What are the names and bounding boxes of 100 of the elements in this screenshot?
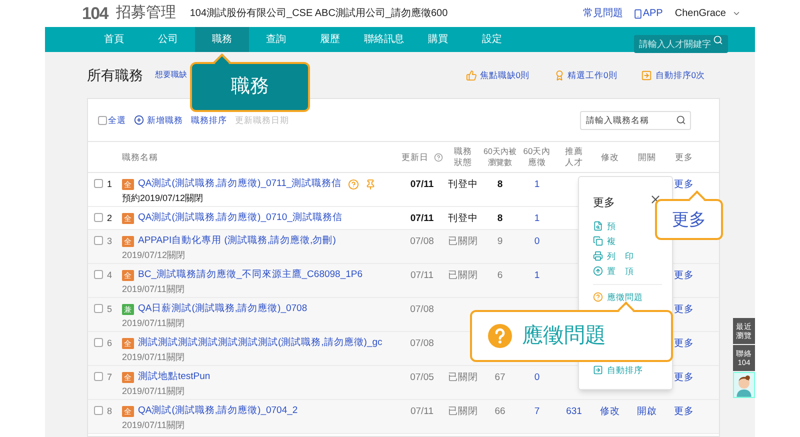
close-icon[interactable]	[649, 192, 662, 206]
edit-link[interactable]: 修改	[600, 405, 620, 420]
recommend-cell[interactable]: 631	[566, 405, 582, 420]
applies-cell[interactable]: 1	[534, 212, 540, 226]
stat-link[interactable]: 精選工作0則	[568, 68, 618, 82]
status-cell-text: 已關閉	[448, 235, 478, 249]
checkbox[interactable]	[94, 338, 103, 347]
search-icon[interactable]	[676, 114, 686, 124]
status-cell-text: 已關閉	[448, 269, 478, 283]
job-search-field[interactable]: 請輸入職務名稱	[580, 110, 691, 130]
job-title-link[interactable]: APPAPI自動化專用 (測試職務,請勿應徵,勿刪)	[138, 234, 336, 248]
job-title-link[interactable]: 測試測試測試測試測試測試測試(測試職務,請勿應徵)_gc	[138, 336, 382, 350]
toggle-link[interactable]: 開啟	[637, 405, 657, 420]
close-date-note: 2019/07/11關閉	[122, 419, 186, 432]
job-title-link[interactable]: 測試地點testPun	[138, 370, 210, 384]
close-date-note: 2019/07/12關閉	[122, 249, 186, 262]
avatar-icon[interactable]	[733, 372, 755, 398]
column-header: 60天內應徵	[522, 146, 552, 168]
more-link[interactable]: 更多	[674, 337, 694, 352]
views-cell-text: 9	[497, 235, 503, 249]
job-title-link[interactable]: QA日薪測試(測試職務,請勿應徵)_0708	[138, 302, 308, 316]
applies-cell[interactable]: 1	[534, 269, 540, 284]
status-cell-text: 已關閉	[448, 371, 478, 385]
job-title-link[interactable]: QA測試(測試職務,請勿應徵)_0710_測試職務信	[138, 211, 342, 226]
date-cell-text: 07/11	[410, 178, 434, 192]
checkbox[interactable]	[94, 270, 103, 279]
more-link[interactable]: 更多	[674, 303, 694, 318]
nav-tab[interactable]: 職務	[195, 27, 249, 52]
help-icon[interactable]	[434, 152, 442, 162]
row-number: 7	[107, 372, 112, 382]
column-header: 更新日	[402, 152, 428, 162]
column-header: 更多	[675, 152, 693, 162]
date-cell-text: 07/08	[410, 303, 434, 317]
more-link[interactable]: 更多	[674, 405, 694, 420]
user-menu[interactable]: ChenGrace	[674, 6, 741, 21]
arrow-up-icon	[593, 266, 603, 276]
job-title-link[interactable]: BC_測試職務請勿應徵_不同來源主鷹_C68098_1P6	[138, 268, 363, 282]
arrow-square-icon	[641, 70, 652, 80]
checkbox[interactable]	[94, 304, 103, 313]
checkbox[interactable]	[94, 213, 103, 222]
arrow-square-icon	[593, 365, 603, 375]
more-link[interactable]: 更多	[674, 178, 694, 192]
select-all-label[interactable]: 全選	[108, 114, 126, 126]
company-name: 104測試股份有限公司_CSE ABC測試用公司_請勿應徵600	[190, 6, 448, 21]
close-date-note: 2019/07/11關閉	[122, 385, 186, 398]
applies-cell[interactable]: 7	[534, 405, 540, 420]
views-cell-text: 67	[494, 371, 506, 385]
close-date-note: 2019/07/11關閉	[122, 351, 186, 364]
checkbox[interactable]	[94, 179, 103, 188]
callout-tooltip: 更多	[655, 192, 723, 240]
row-number: 4	[107, 270, 112, 280]
date-cell-text: 07/08	[410, 235, 434, 249]
printer-icon	[593, 251, 603, 261]
views-cell-text: 8	[497, 212, 503, 226]
column-header: 60天內被瀏覽數	[482, 146, 518, 168]
page-title: 所有職務	[87, 66, 143, 84]
views-cell-text: 66	[494, 405, 506, 419]
help-link[interactable]: 想要職缺	[155, 69, 187, 81]
talent-search-field[interactable]: 請輸入人才關鍵字	[634, 34, 728, 52]
logo[interactable]: 104	[82, 0, 108, 26]
row-number: 5	[107, 304, 112, 314]
question-icon	[488, 324, 512, 348]
more-link[interactable]: 更多	[674, 269, 694, 284]
job-title-link[interactable]: QA測試(測試職務,請勿應徵)_0704_2	[138, 404, 298, 418]
checkbox[interactable]	[98, 116, 107, 124]
row-number: 2	[107, 213, 112, 223]
document-search-icon	[593, 221, 603, 231]
applies-cell[interactable]: 0	[534, 371, 540, 386]
date-cell-text: 07/08	[410, 337, 434, 351]
status-cell-text: 刊登中	[448, 178, 478, 192]
job-title-link[interactable]: QA測試(測試職務,請勿應徵)_0711_測試職務信	[138, 177, 342, 192]
app-link[interactable]: APP	[632, 6, 663, 21]
views-cell-text: 8	[497, 178, 503, 192]
stat-link[interactable]: 自動排序0次	[655, 68, 705, 82]
help-icon	[593, 292, 603, 302]
close-date-note: 2019/07/11關閉	[122, 317, 186, 330]
applies-cell[interactable]: 1	[534, 178, 540, 192]
date-cell-text: 07/11	[410, 212, 434, 226]
caret-icon	[732, 9, 741, 18]
checkbox[interactable]	[94, 372, 103, 381]
column-header: 開關	[638, 152, 656, 162]
row-number: 1	[107, 179, 112, 189]
status-cell-text: 已關閉	[448, 405, 478, 419]
applies-cell[interactable]: 0	[534, 235, 540, 250]
checkbox[interactable]	[94, 236, 103, 245]
faq-link[interactable]: 常見問題	[582, 6, 623, 21]
menu-title: 更多	[593, 196, 615, 211]
pin-icon[interactable]	[364, 178, 376, 190]
date-cell-text: 07/05	[410, 371, 434, 385]
row-number: 8	[107, 406, 112, 416]
toolbar-link[interactable]: 職務排序	[191, 114, 227, 126]
stat-link[interactable]: 焦點職缺0則	[480, 68, 530, 82]
column-header: 職務名稱	[122, 152, 158, 162]
toolbar-link[interactable]: 新增職務	[147, 114, 183, 126]
help-icon[interactable]	[348, 178, 359, 190]
checkbox[interactable]	[94, 406, 103, 415]
callout-tooltip: 職務	[190, 54, 310, 112]
date-cell-text: 07/11	[410, 405, 434, 419]
more-link[interactable]: 更多	[674, 371, 694, 386]
close-date-note: 預約2019/07/12關閉	[122, 192, 204, 204]
